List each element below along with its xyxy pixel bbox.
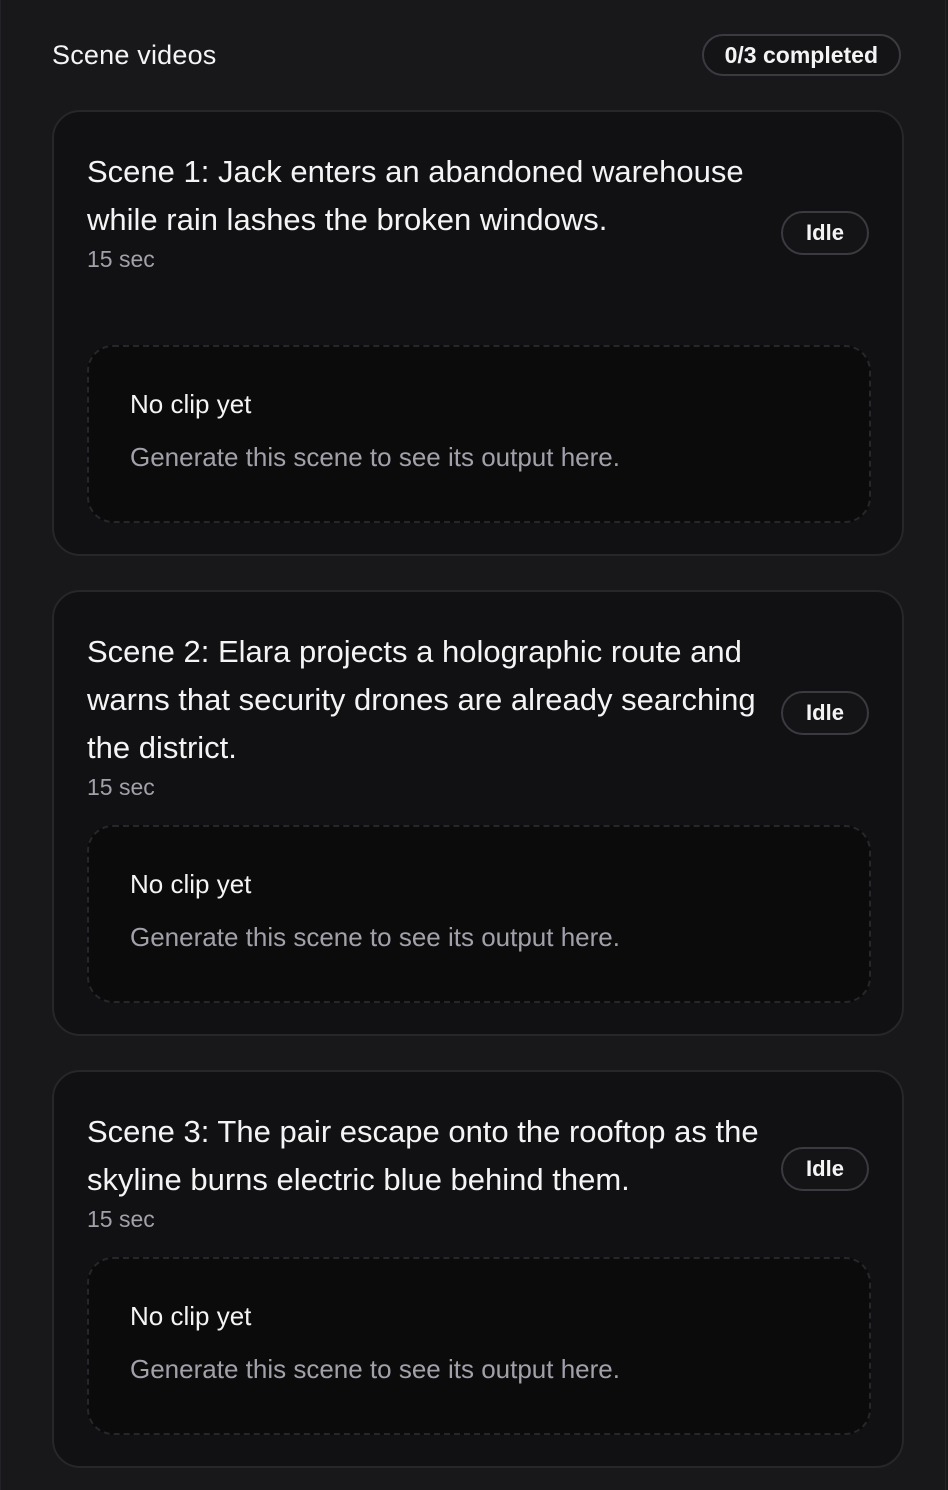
scene-card: Scene 3: The pair escape onto the roofto… <box>52 1070 904 1468</box>
panel-title: Scene videos <box>52 39 217 70</box>
scene-title: Scene 3: The pair escape onto the roofto… <box>87 1114 759 1197</box>
scene-duration: 15 sec <box>87 1206 155 1232</box>
panel-header: Scene videos 0/3 completed <box>52 33 901 77</box>
scene-videos-panel: Scene videos 0/3 completed Scene 1: Jack… <box>0 0 946 1490</box>
scene-card: Scene 2: Elara projects a holographic ro… <box>52 590 904 1036</box>
scene-header: Scene 3: The pair escape onto the roofto… <box>87 1108 869 1234</box>
status-badge: Idle <box>781 691 869 735</box>
clip-placeholder-title: No clip yet <box>130 389 252 419</box>
status-badge: Idle <box>781 211 869 255</box>
scene-header: Scene 1: Jack enters an abandoned wareho… <box>87 148 869 274</box>
clip-placeholder: No clip yet Generate this scene to see i… <box>87 345 871 523</box>
scene-card: Scene 1: Jack enters an abandoned wareho… <box>52 110 904 556</box>
clip-placeholder: No clip yet Generate this scene to see i… <box>87 825 871 1003</box>
clip-placeholder-title: No clip yet <box>130 869 252 899</box>
completion-badge: 0/3 completed <box>701 34 901 76</box>
scene-title: Scene 2: Elara projects a holographic ro… <box>87 634 756 765</box>
scene-title: Scene 1: Jack enters an abandoned wareho… <box>87 154 744 237</box>
scene-header: Scene 2: Elara projects a holographic ro… <box>87 628 869 802</box>
status-badge: Idle <box>781 1147 869 1191</box>
scene-duration: 15 sec <box>87 246 155 272</box>
clip-placeholder: No clip yet Generate this scene to see i… <box>87 1257 871 1435</box>
scene-duration: 15 sec <box>87 774 155 800</box>
clip-placeholder-description: Generate this scene to see its output he… <box>130 442 620 472</box>
clip-placeholder-description: Generate this scene to see its output he… <box>130 922 620 952</box>
clip-placeholder-title: No clip yet <box>130 1301 252 1331</box>
clip-placeholder-description: Generate this scene to see its output he… <box>130 1354 620 1384</box>
